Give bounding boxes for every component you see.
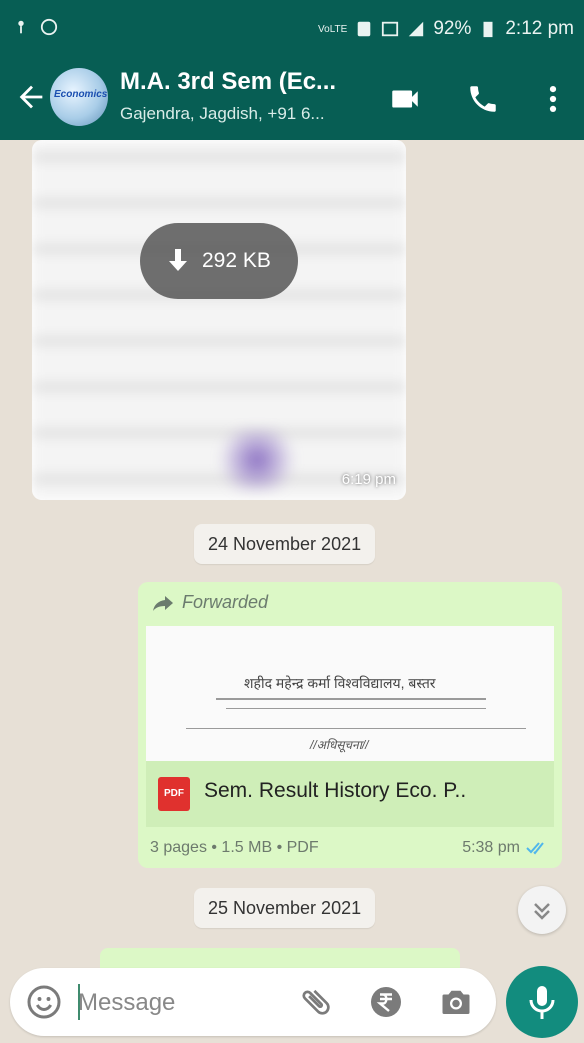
emoji-icon[interactable] (26, 984, 62, 1020)
image-message[interactable]: 292 KB 6:19 pm (32, 140, 406, 500)
document-meta: 3 pages • 1.5 MB • PDF (150, 839, 319, 856)
forward-arrow-icon (153, 595, 173, 611)
forwarded-label: Forwarded (182, 592, 269, 612)
message-input[interactable] (76, 982, 280, 1024)
camera-icon[interactable] (438, 984, 474, 1020)
download-button[interactable]: 292 KB (140, 223, 298, 299)
attach-icon[interactable] (291, 977, 342, 1028)
document-message[interactable]: Forwarded शहीद महेन्द्र कर्मा विश्वविद्य… (138, 582, 562, 868)
forwarded-indicator: Forwarded (152, 592, 268, 613)
blurred-stamp (212, 430, 302, 490)
pdf-icon: PDF (158, 777, 190, 811)
double-chevron-down-icon (534, 903, 550, 920)
preview-line (216, 698, 486, 700)
scroll-to-bottom-button[interactable] (518, 886, 566, 934)
payment-icon[interactable] (368, 984, 404, 1020)
preview-line (226, 708, 486, 709)
preview-heading: शहीद महेन्द्र कर्मा विश्वविद्यालय, बस्तर (244, 675, 436, 691)
date-separator: 24 November 2021 (194, 524, 376, 564)
message-time: 6:19 pm (341, 471, 396, 488)
download-icon (169, 249, 187, 271)
document-preview[interactable]: शहीद महेन्द्र कर्मा विश्वविद्यालय, बस्तर… (146, 626, 554, 761)
read-receipt-icon (526, 842, 544, 855)
chat-area: 292 KB 6:19 pm 24 November 2021 Forwarde… (0, 0, 584, 968)
microphone-icon (529, 986, 555, 1019)
document-file-row[interactable]: PDF Sem. Result History Eco. P.. (146, 761, 554, 827)
download-size: 292 KB (202, 249, 271, 272)
message-time-status: 5:38 pm (462, 839, 548, 857)
document-name: Sem. Result History Eco. P.. (204, 779, 467, 802)
next-message-peek (100, 948, 460, 968)
date-separator: 25 November 2021 (194, 888, 376, 928)
voice-message-button[interactable] (506, 966, 578, 1038)
message-composer (10, 968, 496, 1036)
preview-subheading: //अधिसूचना// (310, 738, 369, 752)
preview-line (186, 728, 526, 729)
message-time: 5:38 pm (462, 839, 520, 856)
